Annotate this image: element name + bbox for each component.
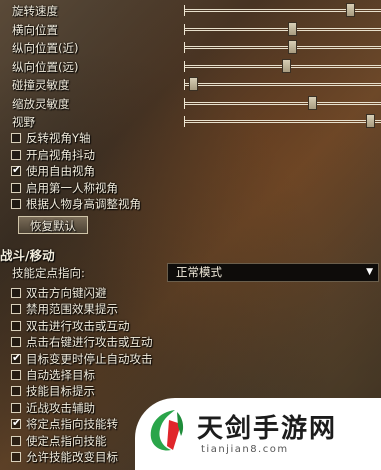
checkbox-label: 反转视角Y轴: [26, 131, 91, 145]
slider-thumb[interactable]: [188, 77, 198, 91]
checkbox-row[interactable]: 根据人物身高调整视角: [11, 197, 371, 212]
checkbox-label: 双击方向键闪避: [26, 286, 107, 300]
slider-start-tick: [184, 61, 185, 72]
checkbox-row[interactable]: 双击进行攻击或互动: [11, 319, 371, 334]
checkbox[interactable]: [11, 288, 21, 298]
slider-track[interactable]: [184, 114, 381, 128]
checkbox[interactable]: [11, 370, 21, 380]
skill-targeting-dropdown[interactable]: 正常模式 ▼: [167, 263, 379, 282]
checkbox-row[interactable]: 自动选择目标: [11, 368, 371, 383]
checkbox[interactable]: [11, 182, 21, 193]
checkbox-label: 近战攻击辅助: [26, 400, 95, 415]
checkbox[interactable]: [11, 402, 21, 413]
watermark-url: tianjian8.com: [201, 444, 289, 455]
checkbox[interactable]: [11, 337, 21, 348]
slider-start-tick: [184, 79, 185, 90]
slider-row: 旋转速度: [12, 3, 381, 19]
site-logo-icon: [150, 410, 184, 451]
slider-label: 旋转速度: [12, 4, 58, 18]
checkbox-row[interactable]: 启用第一人称视角: [11, 181, 371, 196]
checkbox-label: 目标变更时停止自动攻击: [26, 351, 153, 366]
checkbox-label: 开启视角抖动: [26, 147, 95, 162]
checkbox-row[interactable]: ✔ 目标变更时停止自动攻击: [11, 350, 371, 367]
dropdown-selected-value: 正常模式: [176, 265, 222, 279]
checkbox[interactable]: [11, 304, 21, 315]
slider-start-tick: [184, 24, 185, 35]
slider-label: 缩放灵敏度: [12, 97, 70, 111]
slider-row: 视野: [12, 114, 381, 130]
slider-track[interactable]: [184, 77, 381, 91]
slider-row: 缩放灵敏度: [12, 96, 381, 112]
checkmark-icon: ✔: [12, 416, 22, 430]
checkmark-icon: ✔: [12, 163, 22, 176]
slider-row: 纵向位置(近): [12, 40, 381, 56]
slider-thumb[interactable]: [345, 3, 355, 17]
checkbox-label: 禁用范围效果提示: [26, 302, 118, 317]
checkbox-label: 允许技能改变目标: [26, 450, 118, 464]
checkbox[interactable]: ✔: [11, 163, 22, 176]
slider-start-tick: [184, 116, 185, 127]
checkbox-label: 使用自由视角: [26, 164, 95, 178]
checkmark-icon: ✔: [12, 350, 22, 364]
checkbox[interactable]: ✔: [11, 350, 22, 364]
slider-label: 视野: [12, 115, 35, 129]
checkbox[interactable]: [11, 452, 21, 462]
chevron-down-icon[interactable]: ▼: [366, 264, 373, 281]
checkbox[interactable]: [11, 149, 21, 160]
slider-thumb[interactable]: [287, 40, 297, 54]
checkbox-label: 启用第一人称视角: [26, 180, 118, 195]
slider-start-tick: [184, 98, 185, 109]
slider-row: 纵向位置(远): [12, 59, 381, 75]
checkbox-row[interactable]: 禁用范围效果提示: [11, 302, 371, 317]
slider-label: 纵向位置(远): [12, 60, 79, 74]
slider-label: 纵向位置(近): [12, 41, 79, 55]
slider-row: 碰撞灵敏度: [12, 77, 381, 93]
checkbox-label: 将定点指向技能转: [26, 417, 118, 432]
slider-thumb[interactable]: [308, 96, 318, 110]
checkbox-row[interactable]: 反转视角Y轴: [11, 131, 371, 146]
slider-start-tick: [184, 5, 185, 16]
checkbox[interactable]: ✔: [11, 416, 22, 430]
skill-targeting-label: 技能定点指向:: [12, 266, 85, 280]
checkbox-label: 自动选择目标: [26, 368, 95, 382]
slider-track[interactable]: [184, 3, 381, 17]
slider-label: 碰撞灵敏度: [12, 78, 70, 92]
section-title-combat: 战斗/移动: [0, 248, 55, 263]
slider-thumb[interactable]: [282, 59, 292, 73]
checkbox-row[interactable]: 双击方向键闪避: [11, 286, 371, 301]
checkbox-label: 点击右键进行攻击或互动: [26, 335, 153, 350]
checkbox[interactable]: [11, 386, 21, 397]
checkbox-row[interactable]: 点击右键进行攻击或互动: [11, 335, 371, 350]
checkbox-row[interactable]: 开启视角抖动: [11, 148, 371, 163]
slider-thumb[interactable]: [287, 22, 297, 36]
checkbox-label: 使定点指向技能: [26, 433, 107, 448]
restore-defaults-button[interactable]: 恢复默认: [18, 216, 88, 234]
watermark-title: 天剑手游网: [197, 414, 338, 444]
slider-track[interactable]: [184, 59, 381, 73]
checkbox[interactable]: [11, 320, 21, 331]
slider-row: 横向位置: [12, 22, 381, 38]
slider-thumb[interactable]: [366, 114, 376, 128]
checkbox[interactable]: [11, 199, 21, 209]
checkbox-row[interactable]: ✔ 使用自由视角: [11, 164, 371, 179]
slider-track[interactable]: [184, 40, 381, 54]
checkbox-label: 双击进行攻击或互动: [26, 318, 130, 333]
slider-track[interactable]: [184, 22, 381, 36]
checkbox[interactable]: [11, 133, 21, 143]
checkbox-label: 根据人物身高调整视角: [26, 197, 141, 211]
slider-label: 横向位置: [12, 23, 58, 37]
slider-start-tick: [184, 42, 185, 53]
slider-track[interactable]: [184, 96, 381, 110]
watermark-banner: 天剑手游网 tianjian8.com: [135, 398, 381, 470]
checkbox[interactable]: [11, 435, 21, 446]
checkbox-label: 技能目标提示: [26, 384, 95, 399]
